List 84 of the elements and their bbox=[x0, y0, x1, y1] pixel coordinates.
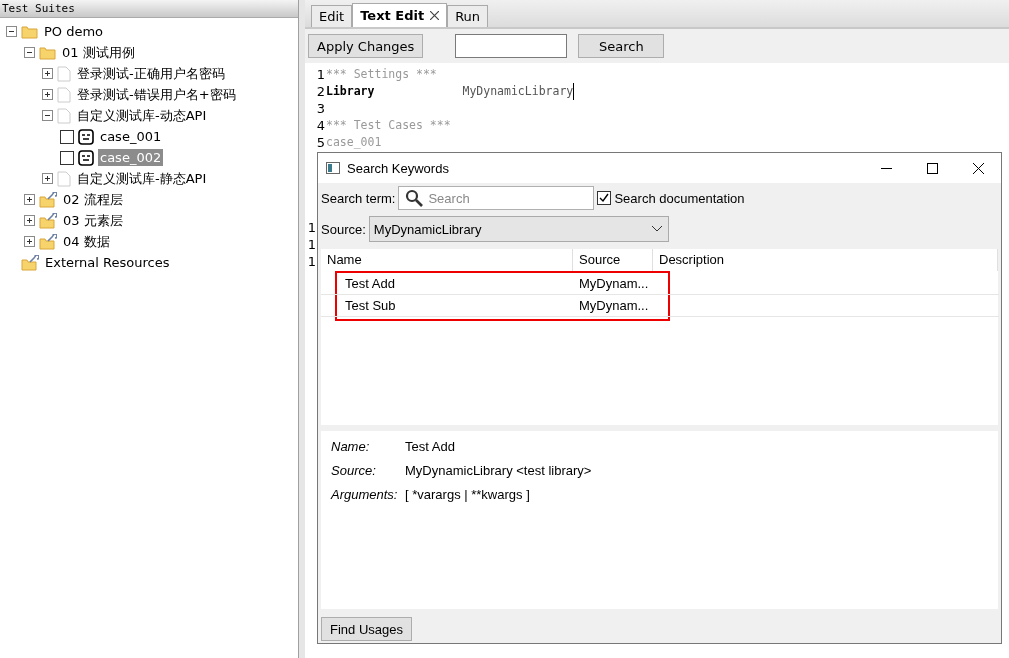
chevron-down-icon bbox=[651, 226, 662, 232]
expand-icon[interactable] bbox=[24, 194, 35, 205]
tree-item[interactable]: 自定义测试库-静态API bbox=[75, 168, 209, 189]
detail-label: Source: bbox=[331, 463, 377, 478]
document-icon bbox=[57, 86, 71, 103]
tree-item[interactable]: case_001 bbox=[98, 128, 164, 145]
expand-icon[interactable] bbox=[42, 89, 53, 100]
collapse-icon[interactable] bbox=[42, 110, 53, 121]
detail-label: Arguments: bbox=[331, 487, 399, 502]
text-editor[interactable] bbox=[305, 63, 1009, 658]
robot-icon bbox=[78, 149, 94, 166]
dialog-title: Search Keywords bbox=[347, 160, 449, 176]
document-icon bbox=[57, 65, 71, 82]
line-number: 1 bbox=[315, 66, 325, 83]
collapse-icon[interactable] bbox=[24, 47, 35, 58]
search-icon bbox=[405, 189, 424, 207]
code-text: Library bbox=[325, 83, 375, 100]
apply-changes-button[interactable]: Apply Changes bbox=[308, 34, 424, 58]
maximize-icon[interactable] bbox=[926, 162, 938, 174]
line-number: 1 bbox=[306, 236, 316, 253]
tree-item[interactable]: PO demo bbox=[42, 23, 106, 40]
close-icon[interactable] bbox=[972, 162, 984, 174]
document-icon bbox=[57, 107, 71, 124]
tab[interactable]: Edit bbox=[311, 5, 353, 27]
tree-item[interactable]: 04 数据 bbox=[61, 231, 112, 252]
line-number: 4 bbox=[315, 117, 325, 134]
detail-label: Name: bbox=[331, 439, 371, 454]
column-header[interactable]: Description bbox=[653, 249, 998, 271]
checkbox[interactable] bbox=[597, 191, 612, 205]
search-field[interactable] bbox=[455, 34, 568, 58]
checkbox[interactable] bbox=[60, 129, 74, 144]
code-text: MyDynamicLibrary bbox=[462, 83, 575, 100]
line-number: 1 bbox=[306, 219, 316, 236]
expand-icon[interactable] bbox=[42, 68, 53, 79]
table-cell-text: MyDynam... bbox=[578, 297, 650, 315]
folder-wrench-icon bbox=[21, 254, 39, 271]
tree-item[interactable]: 03 元素层 bbox=[61, 210, 125, 231]
panel-title: Test Suites bbox=[0, 0, 298, 18]
folder-icon bbox=[21, 24, 38, 39]
window-icon bbox=[326, 162, 340, 174]
detail-value: [ *varargs | **kwargs ] bbox=[405, 487, 530, 502]
expand-icon[interactable] bbox=[24, 236, 35, 247]
collapse-icon[interactable] bbox=[6, 26, 17, 37]
table-row[interactable]: Test Add MyDynam... bbox=[321, 273, 999, 295]
tab[interactable]: Text Edit bbox=[352, 3, 448, 27]
detail-value: MyDynamicLibrary <test library> bbox=[405, 463, 592, 478]
table-cell-text: Test Add bbox=[344, 275, 396, 293]
tree-item[interactable]: 02 流程层 bbox=[61, 189, 125, 210]
robot-icon bbox=[78, 128, 94, 145]
code-text: case_001 bbox=[325, 134, 382, 151]
expand-icon[interactable] bbox=[24, 215, 35, 226]
tree-item[interactable]: 登录测试-正确用户名密码 bbox=[75, 63, 227, 84]
table-row[interactable]: Test Sub MyDynam... bbox=[321, 295, 999, 317]
line-number: 1 bbox=[306, 253, 316, 270]
folder-icon bbox=[39, 45, 56, 60]
find-usages-button[interactable]: Find Usages bbox=[321, 617, 412, 641]
line-number: 3 bbox=[315, 100, 325, 117]
close-icon[interactable] bbox=[430, 11, 440, 20]
folder-wrench-icon bbox=[39, 212, 57, 229]
search-button[interactable]: Search bbox=[578, 34, 665, 58]
column-header[interactable]: Source bbox=[573, 249, 653, 271]
code-text: *** Test Cases *** bbox=[325, 117, 451, 134]
line-number: 2 bbox=[315, 83, 325, 100]
checkbox[interactable] bbox=[60, 150, 74, 165]
expand-icon[interactable] bbox=[42, 173, 53, 184]
document-icon bbox=[57, 170, 71, 187]
checkbox-label: Search documentation bbox=[614, 190, 745, 206]
table-cell-text: MyDynam... bbox=[578, 275, 650, 293]
detail-value: Test Add bbox=[405, 439, 455, 454]
field-label: Source: bbox=[321, 221, 366, 237]
folder-wrench-icon bbox=[39, 191, 57, 208]
search-field[interactable]: Search bbox=[398, 186, 595, 210]
tree-item[interactable]: 自定义测试库-动态API bbox=[75, 105, 209, 126]
field-label: Search term: bbox=[321, 190, 396, 206]
tree-item[interactable]: 登录测试-错误用户名+密码 bbox=[75, 84, 238, 105]
line-number: 5 bbox=[315, 134, 325, 151]
tree-item[interactable]: 01 测试用例 bbox=[60, 42, 137, 63]
tree-item[interactable]: External Resources bbox=[43, 254, 172, 271]
folder-wrench-icon bbox=[39, 233, 57, 250]
column-header[interactable]: Name bbox=[321, 249, 573, 271]
tab[interactable]: Run bbox=[447, 5, 489, 27]
source-dropdown[interactable]: MyDynamicLibrary bbox=[368, 216, 669, 242]
code-text: *** Settings *** bbox=[325, 66, 437, 83]
table-cell-text: Test Sub bbox=[344, 297, 397, 315]
